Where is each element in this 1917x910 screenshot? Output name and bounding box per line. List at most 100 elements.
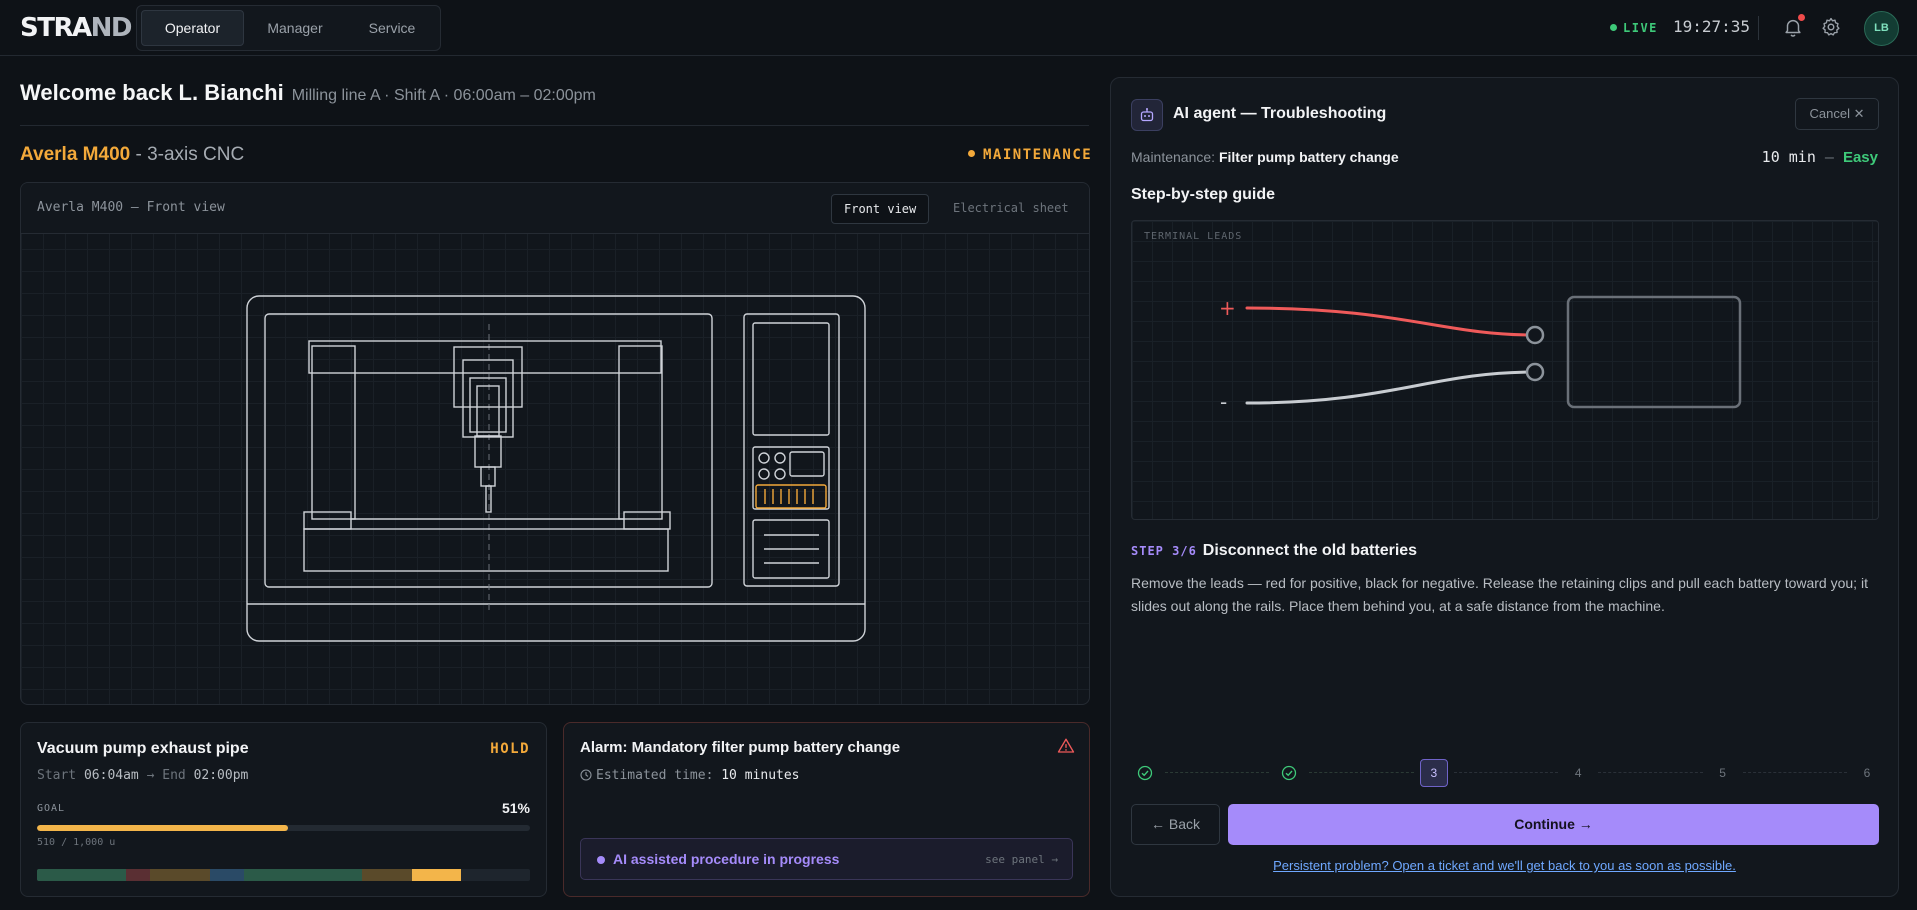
job-title: Vacuum pump exhaust pipe xyxy=(37,740,249,757)
duration-separator: — xyxy=(1824,148,1834,166)
timeline-segment xyxy=(150,869,210,881)
machine-front-drawing[interactable] xyxy=(21,234,1089,704)
job-card[interactable]: Vacuum pump exhaust pipe HOLD Start 06:0… xyxy=(20,722,547,897)
strand-logo[interactable]: STRAND xyxy=(20,12,132,44)
maintenance-task-name: Filter pump battery change xyxy=(1218,149,1399,165)
check-icon xyxy=(1282,765,1297,781)
clock-icon xyxy=(580,768,592,781)
see-panel-link[interactable]: see panel → xyxy=(985,853,1058,866)
tab-manager[interactable]: Manager xyxy=(248,10,342,46)
spindle-head xyxy=(453,346,523,408)
end-label: End xyxy=(162,768,186,783)
tab-front-view[interactable]: Front view xyxy=(831,194,930,224)
step-description: Remove the leads — red for positive, bla… xyxy=(1131,575,1868,614)
goal-percent: 51% xyxy=(501,800,530,816)
step-heading: STEP 3/6 Disconnect the old batteries xyxy=(1131,542,1417,560)
spindle-body xyxy=(476,385,500,437)
live-indicator: LIVE xyxy=(1610,19,1658,37)
step-4[interactable]: 4 xyxy=(1564,759,1592,787)
control-knob xyxy=(774,452,786,464)
tool-holder xyxy=(480,466,496,487)
battery-module-highlight xyxy=(755,484,827,509)
live-dot xyxy=(1610,24,1617,31)
top-bar: STRAND Operator Manager Service LIVE 19:… xyxy=(0,0,1917,56)
shift-info: Milling line A · Shift A · 06:00am – 02:… xyxy=(291,87,596,104)
welcome-heading: Welcome back L. Bianchi Milling line A · … xyxy=(20,80,596,110)
close-icon: ✕ xyxy=(1853,106,1865,121)
viewer-header: Averla M400 — Front view Front view Elec… xyxy=(21,183,1089,234)
control-knob xyxy=(758,468,770,480)
user-avatar[interactable]: LB xyxy=(1864,11,1899,46)
step-6[interactable]: 6 xyxy=(1853,759,1881,787)
start-label: Start xyxy=(37,768,77,783)
positive-lead xyxy=(1245,306,1536,337)
arrow-right-icon: → xyxy=(146,768,155,783)
step-title: Disconnect the old batteries xyxy=(1202,542,1418,559)
job-status-badge: HOLD xyxy=(490,741,530,757)
ai-status-dot xyxy=(597,856,605,864)
machine-housing xyxy=(246,295,866,642)
live-label: LIVE xyxy=(1623,21,1658,35)
continue-label: Continue xyxy=(1514,816,1575,832)
plus-sign: + xyxy=(1219,296,1236,320)
step-connector xyxy=(1742,772,1847,773)
cancel-button[interactable]: Cancel ✕ xyxy=(1795,98,1879,130)
notification-dot xyxy=(1798,14,1805,21)
wiring-drawing: + - xyxy=(1219,295,1742,414)
divider xyxy=(1758,16,1759,40)
goal-progress-bar xyxy=(37,825,530,831)
timeline-segment xyxy=(209,869,245,881)
tab-electrical-sheet[interactable]: Electrical sheet xyxy=(941,194,1081,224)
machine-table xyxy=(303,528,669,572)
welcome-title: Welcome back L. Bianchi xyxy=(20,80,284,105)
timeline-segment xyxy=(244,869,363,881)
step-progress: 3 4 5 6 xyxy=(1131,759,1881,787)
job-times: Start 06:04am → End 02:00pm xyxy=(37,768,248,783)
step-connector xyxy=(1309,772,1414,773)
role-tabs: Operator Manager Service xyxy=(136,5,441,51)
continue-button[interactable]: Continue → xyxy=(1228,804,1879,845)
back-label: Back xyxy=(1168,816,1200,832)
terminal-leads-diagram: TERMINAL LEADS + - xyxy=(1131,220,1879,520)
gantry-beam xyxy=(308,340,662,374)
machine-status-badge: MAINTENANCE xyxy=(968,147,1092,163)
tab-service[interactable]: Service xyxy=(346,10,438,46)
goal-label: GOAL xyxy=(37,803,66,814)
duration-value: 10 min xyxy=(1761,148,1816,166)
timeline-segment xyxy=(37,869,126,881)
step-2-done-check-icon[interactable] xyxy=(1275,759,1303,787)
ai-agent-panel: AI agent — Troubleshooting Cancel ✕ Main… xyxy=(1110,77,1899,897)
guide-title: Step-by-step guide xyxy=(1131,186,1276,203)
control-knob xyxy=(774,468,786,480)
maintenance-task: Maintenance: Filter pump battery change xyxy=(1131,149,1399,165)
ai-procedure-banner[interactable]: AI assisted procedure in progress see pa… xyxy=(580,838,1073,880)
arrow-right-icon: → xyxy=(1578,816,1593,832)
alarm-title: Alarm: Mandatory filter pump battery cha… xyxy=(580,739,901,756)
est-value: 10 minutes xyxy=(721,768,800,783)
back-button[interactable]: ← Back xyxy=(1131,804,1220,845)
gear-icon[interactable] xyxy=(1820,16,1842,38)
est-label: Estimated time: xyxy=(596,768,714,783)
tab-operator[interactable]: Operator xyxy=(141,10,244,46)
step-connector xyxy=(1453,772,1559,773)
warning-icon xyxy=(1057,738,1075,753)
robot-icon-box xyxy=(1131,99,1163,131)
open-ticket-link[interactable]: Persistent problem? Open a ticket and we… xyxy=(1111,858,1898,873)
step-3[interactable]: 3 xyxy=(1419,759,1448,787)
step-1-done-check-icon[interactable] xyxy=(1131,759,1159,787)
machine-type: - 3-axis CNC xyxy=(130,144,245,165)
machine-viewer: Averla M400 — Front view Front view Elec… xyxy=(20,182,1090,705)
timeline-segment xyxy=(125,869,151,881)
viewer-label: Averla M400 — Front view xyxy=(37,200,225,215)
goal-progress-fill xyxy=(37,825,289,831)
alarm-card[interactable]: Alarm: Mandatory filter pump battery cha… xyxy=(563,722,1090,897)
control-screen xyxy=(752,322,830,436)
step-5[interactable]: 5 xyxy=(1709,759,1737,787)
step-counter: STEP 3/6 xyxy=(1131,544,1197,558)
negative-lead xyxy=(1245,370,1536,405)
ai-status-text: AI assisted procedure in progress xyxy=(613,851,840,867)
cancel-label: Cancel xyxy=(1809,106,1850,121)
left-column xyxy=(311,345,356,520)
difficulty-badge: Easy xyxy=(1842,149,1878,166)
arrow-left-icon: ← xyxy=(1150,816,1165,832)
